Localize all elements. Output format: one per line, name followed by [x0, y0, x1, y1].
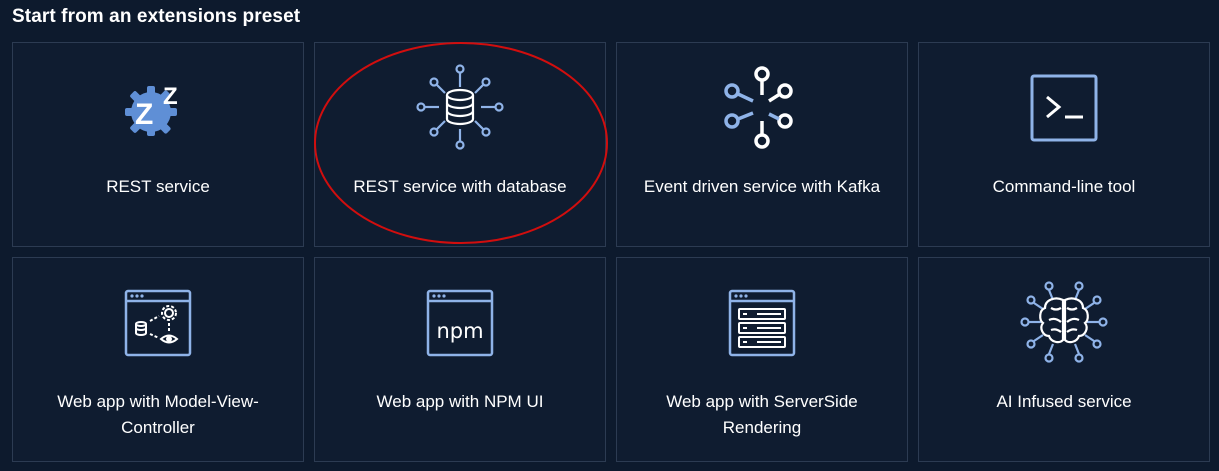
preset-label: AI Infused service [996, 392, 1132, 411]
svg-text:npm: npm [436, 319, 483, 343]
preset-card-web-app-mvc[interactable]: Web app with Model-View-Controller [12, 257, 304, 462]
preset-card-web-app-npm-ui[interactable]: npm Web app with NPM UI [314, 257, 606, 462]
kafka-icon [717, 63, 807, 153]
svg-text:Z: Z [135, 98, 153, 131]
preset-label: REST service [106, 177, 210, 196]
preset-label: Web app with NPM UI [376, 392, 544, 411]
mvc-window-icon [113, 278, 203, 368]
preset-card-rest-service[interactable]: Z Z REST service [12, 42, 304, 247]
preset-label: Event driven service with Kafka [643, 177, 881, 196]
ssr-window-icon [717, 278, 807, 368]
preset-card-ai-infused-service[interactable]: AI Infused service [918, 257, 1210, 462]
preset-card-web-app-ssr[interactable]: Web app with ServerSide Rendering [616, 257, 908, 462]
terminal-icon [1019, 63, 1109, 153]
npm-window-icon: npm [415, 278, 505, 368]
database-icon [415, 63, 505, 153]
preset-label: Web app with Model-View-Controller [57, 392, 259, 437]
preset-card-command-line-tool[interactable]: Command-line tool [918, 42, 1210, 247]
ai-brain-icon [1019, 278, 1109, 368]
preset-label: REST service with database [353, 177, 567, 196]
preset-card-rest-service-with-database[interactable]: REST service with database [314, 42, 606, 247]
section-title: Start from an extensions preset [12, 6, 301, 27]
rest-gear-icon: Z Z [113, 63, 203, 153]
preset-label: Command-line tool [992, 177, 1136, 196]
preset-card-event-driven-kafka[interactable]: Event driven service with Kafka [616, 42, 908, 247]
svg-text:Z: Z [163, 83, 178, 110]
preset-label: Web app with ServerSide Rendering [666, 392, 858, 437]
